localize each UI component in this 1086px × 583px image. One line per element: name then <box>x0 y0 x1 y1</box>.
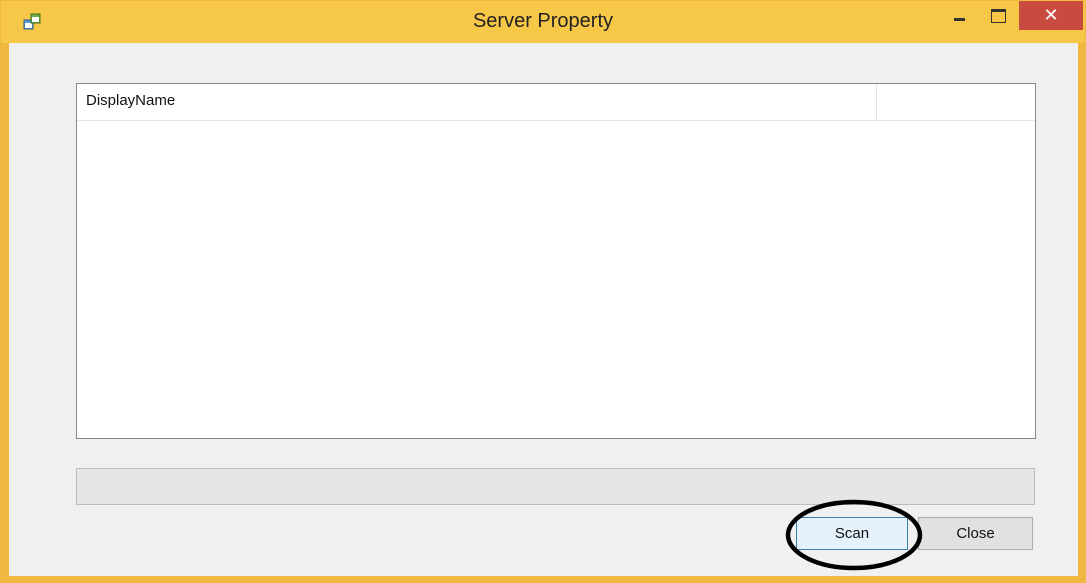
window-title: Server Property <box>472 10 614 32</box>
server-list-view[interactable]: DisplayName <box>76 83 1036 439</box>
scan-button[interactable]: Scan <box>796 517 908 550</box>
minimize-icon <box>954 18 965 21</box>
dialog-client-area: DisplayName Scan Close <box>9 43 1078 576</box>
close-window-button[interactable]: ✕ <box>1019 1 1083 30</box>
scan-progress-bar <box>76 468 1035 505</box>
minimize-button[interactable] <box>938 1 982 30</box>
server-property-window: Server Property ✕ DisplayName Scan Close <box>0 0 1086 583</box>
title-bar[interactable]: Server Property ✕ <box>1 1 1085 43</box>
maximize-icon <box>991 9 1006 23</box>
close-icon: ✕ <box>1043 5 1059 25</box>
list-header: DisplayName <box>77 84 1035 121</box>
maximize-button[interactable] <box>981 1 1017 30</box>
column-header-displayname[interactable]: DisplayName <box>77 84 877 120</box>
close-button[interactable]: Close <box>918 517 1033 550</box>
